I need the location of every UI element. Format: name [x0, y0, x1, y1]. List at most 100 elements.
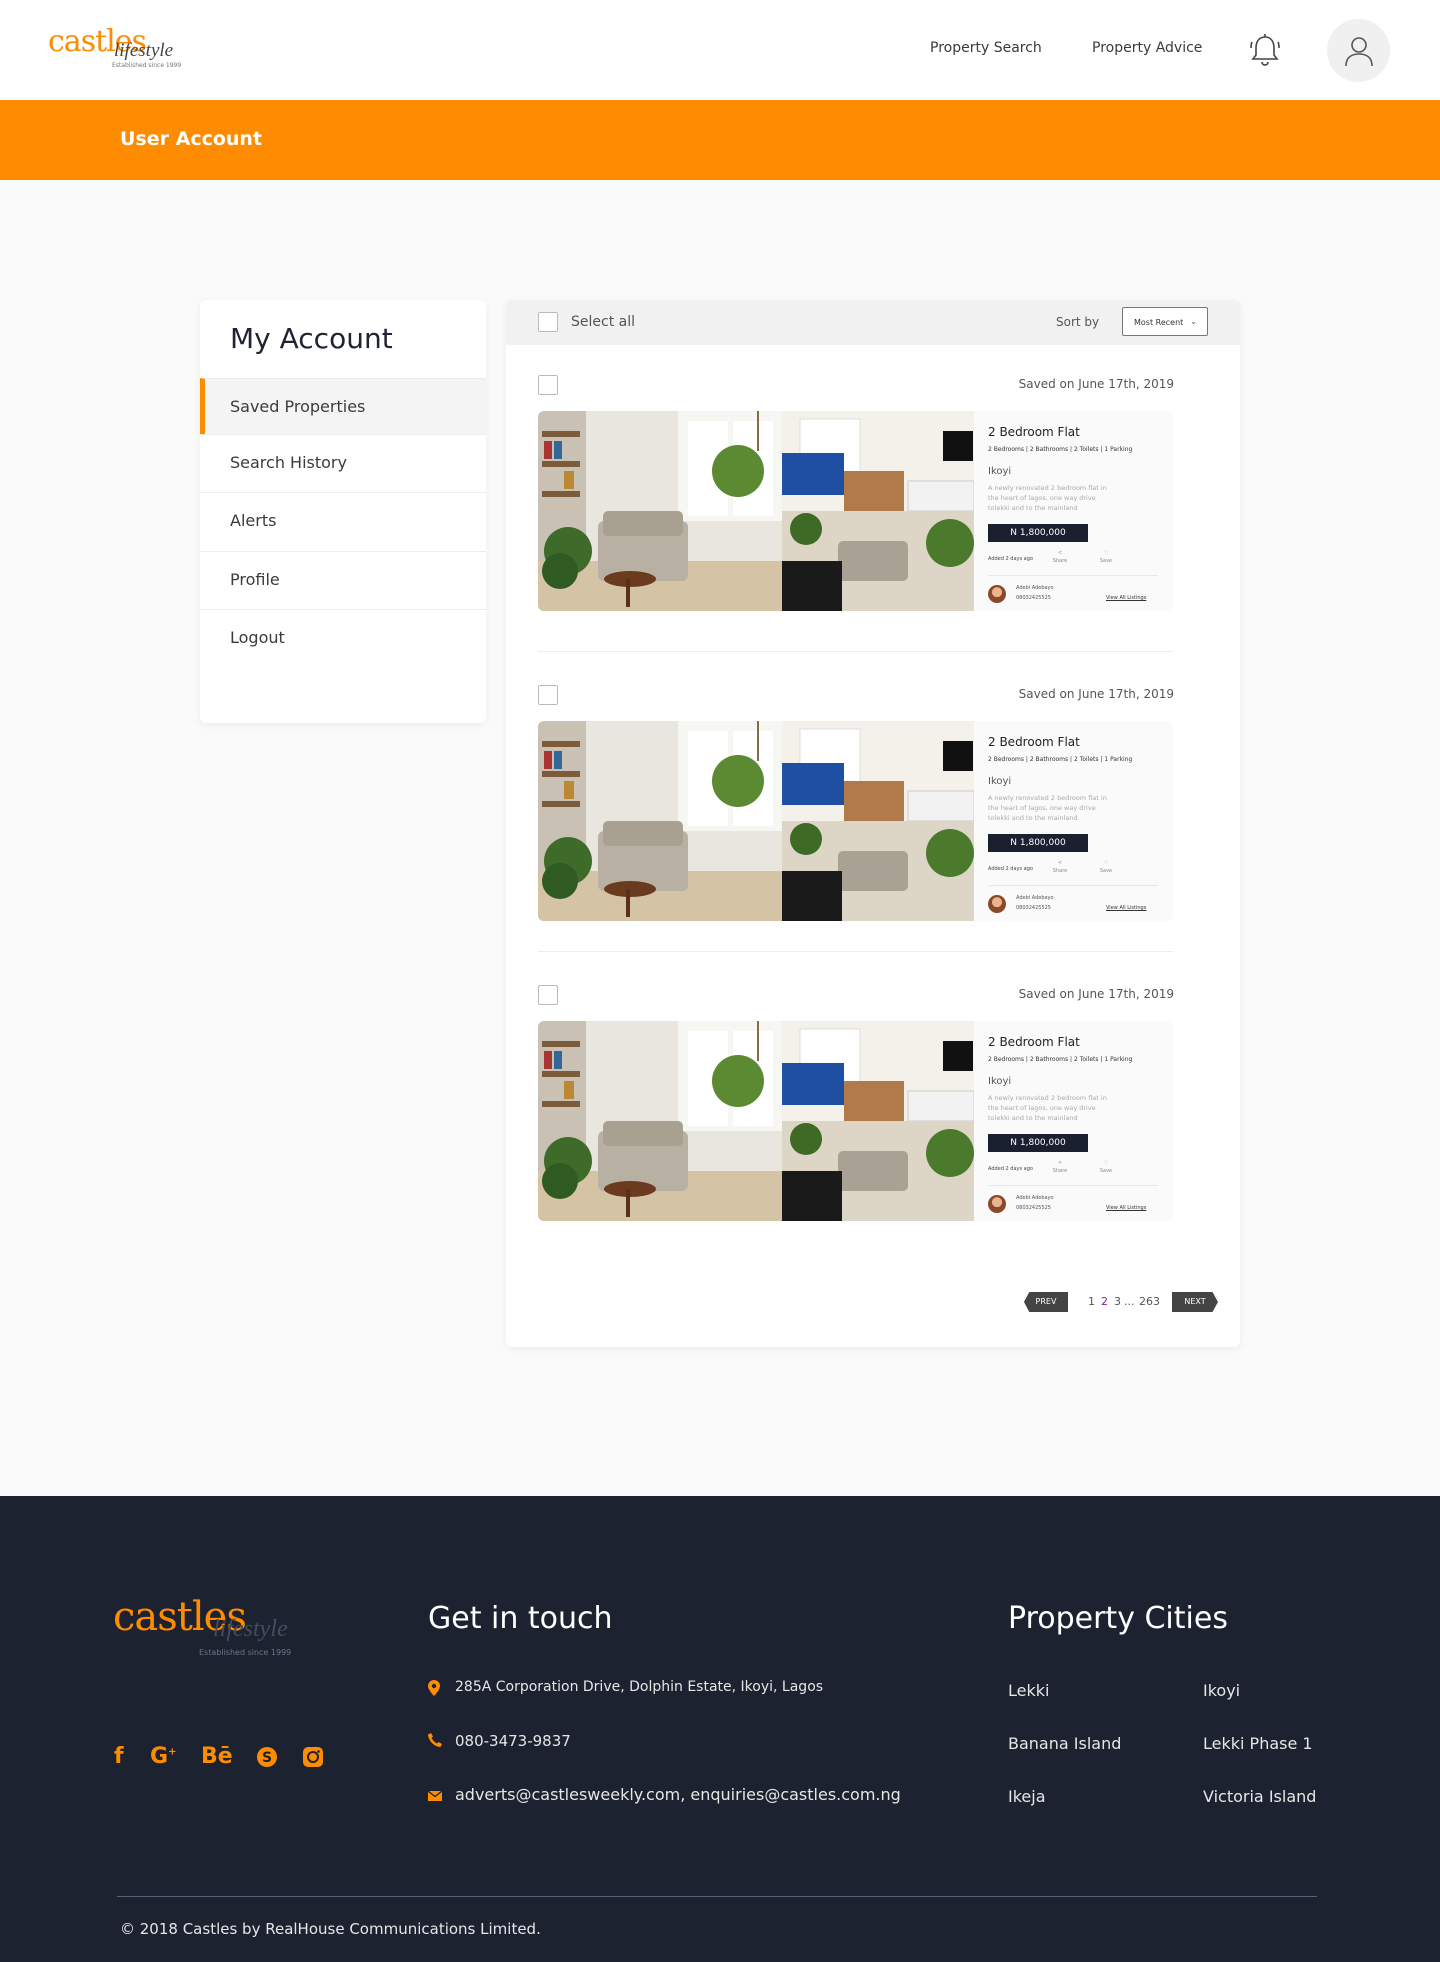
share-button[interactable]: < Share [1052, 859, 1068, 875]
agent-phone: 08032425525 [1016, 1205, 1051, 1211]
phone-icon [428, 1733, 442, 1749]
property-location: Ikoyi [988, 1076, 1012, 1087]
sidebar-item-saved-properties[interactable]: Saved Properties [200, 378, 486, 434]
property-card[interactable]: 2 Bedroom Flat 2 Bedrooms | 2 Bathrooms … [538, 1021, 1173, 1221]
share-button[interactable]: < Share [1052, 549, 1068, 565]
property-photo [538, 721, 974, 921]
phone-text[interactable]: 080-3473-9837 [455, 1732, 571, 1750]
share-label: Share [1052, 1168, 1068, 1174]
card-divider [988, 1185, 1158, 1186]
save-button[interactable]: ♡ Save [1098, 1159, 1114, 1175]
email-text[interactable]: adverts@castlesweekly.com, enquiries@cas… [455, 1785, 901, 1804]
nav-property-search[interactable]: Property Search [930, 40, 1042, 56]
select-all-checkbox[interactable] [538, 312, 558, 332]
property-description: A newly renovated 2 bedroom flat in the … [988, 1094, 1107, 1122]
view-all-listings-link[interactable]: View All Listings [1106, 595, 1146, 601]
city-link-banana-island[interactable]: Banana Island [1008, 1734, 1121, 1753]
property-card[interactable]: 2 Bedroom Flat 2 Bedrooms | 2 Bathrooms … [538, 411, 1173, 611]
property-title[interactable]: 2 Bedroom Flat [988, 735, 1080, 749]
facebook-icon[interactable]: f [114, 1744, 124, 1769]
instagram-icon[interactable] [302, 1746, 324, 1774]
page-number-current[interactable]: 2 [1101, 1295, 1108, 1308]
nav-property-advice[interactable]: Property Advice [1092, 40, 1202, 56]
footer-logo[interactable]: castles lifestyle Established since 1999 [113, 1594, 303, 1664]
view-all-listings-link[interactable]: View All Listings [1106, 905, 1146, 911]
account-sidebar: My Account Saved Properties Search Histo… [200, 300, 486, 723]
listing-checkbox[interactable] [538, 685, 558, 705]
page-number[interactable]: 1 [1088, 1295, 1095, 1308]
card-divider [988, 885, 1158, 886]
city-link-lekki-phase-1[interactable]: Lekki Phase 1 [1203, 1734, 1313, 1753]
notification-bell-icon[interactable] [1248, 32, 1282, 68]
sidebar-item-profile[interactable]: Profile [200, 551, 486, 607]
added-date: Added 2 days ago [988, 1166, 1033, 1172]
agent-avatar [988, 1195, 1006, 1213]
user-avatar-button[interactable] [1327, 19, 1390, 82]
saved-properties-panel: Select all Sort by Most Recent ⌄ Saved o… [506, 300, 1240, 1347]
property-details: 2 Bedroom Flat 2 Bedrooms | 2 Bathrooms … [974, 411, 1173, 611]
saved-date: Saved on June 17th, 2019 [1018, 687, 1174, 701]
sidebar-item-label: Profile [230, 570, 280, 589]
share-button[interactable]: < Share [1052, 1159, 1068, 1175]
agent-name: Adebi Adebayo [1016, 895, 1054, 901]
property-photo-frame[interactable] [538, 1021, 974, 1221]
property-title[interactable]: 2 Bedroom Flat [988, 425, 1080, 439]
sidebar-item-logout[interactable]: Logout [200, 609, 486, 665]
city-link-ikeja[interactable]: Ikeja [1008, 1787, 1046, 1806]
sort-value: Most Recent [1134, 318, 1184, 327]
share-icon: < [1057, 550, 1063, 556]
listing-checkbox[interactable] [538, 375, 558, 395]
agent-avatar [988, 585, 1006, 603]
view-all-listings-link[interactable]: View All Listings [1106, 1205, 1146, 1211]
sidebar-item-alerts[interactable]: Alerts [200, 492, 486, 548]
heart-icon: ♡ [1103, 860, 1109, 866]
property-photo [538, 1021, 974, 1221]
page-number-last[interactable]: 263 [1139, 1295, 1160, 1308]
property-photo-frame[interactable] [538, 411, 974, 611]
city-link-ikoyi[interactable]: Ikoyi [1203, 1681, 1240, 1700]
user-icon [1344, 36, 1373, 66]
city-link-victoria-island[interactable]: Victoria Island [1203, 1787, 1316, 1806]
agent-phone: 08032425525 [1016, 595, 1051, 601]
property-location: Ikoyi [988, 466, 1012, 477]
location-pin-icon [428, 1680, 442, 1696]
listing-divider [538, 651, 1173, 652]
property-specs: 2 Bedrooms | 2 Bathrooms | 2 Toilets | 1… [988, 446, 1133, 453]
castles-logo[interactable]: castles lifestyle Established since 1999 [48, 24, 188, 76]
property-details: 2 Bedroom Flat 2 Bedrooms | 2 Bathrooms … [974, 721, 1173, 921]
copyright-text: © 2018 Castles by RealHouse Communicatio… [120, 1920, 541, 1938]
page-title: User Account [120, 128, 263, 150]
property-description: A newly renovated 2 bedroom flat in the … [988, 794, 1107, 822]
google-plus-icon[interactable]: G+ [150, 1744, 176, 1769]
page-number[interactable]: 3 [1114, 1295, 1121, 1308]
saved-date: Saved on June 17th, 2019 [1018, 987, 1174, 1001]
behance-icon[interactable]: Bē [201, 1744, 233, 1769]
property-title[interactable]: 2 Bedroom Flat [988, 1035, 1080, 1049]
sidebar-item-search-history[interactable]: Search History [200, 434, 486, 490]
address-text: 285A Corporation Drive, Dolphin Estate, … [455, 1679, 824, 1695]
listing-checkbox[interactable] [538, 985, 558, 1005]
property-photo-frame[interactable] [538, 721, 974, 921]
property-specs: 2 Bedrooms | 2 Bathrooms | 2 Toilets | 1… [988, 1056, 1133, 1063]
share-icon: < [1057, 1160, 1063, 1166]
top-nav-bar: castles lifestyle Established since 1999… [0, 0, 1440, 100]
agent-avatar [988, 895, 1006, 913]
price-badge: N 1,800,000 [988, 1134, 1088, 1152]
property-card[interactable]: 2 Bedroom Flat 2 Bedrooms | 2 Bathrooms … [538, 721, 1173, 921]
city-link-lekki[interactable]: Lekki [1008, 1681, 1049, 1700]
skype-icon[interactable]: S [256, 1746, 278, 1774]
next-page-button[interactable]: NEXT [1172, 1292, 1218, 1312]
property-photo [538, 411, 974, 611]
prev-page-button[interactable]: PREV [1024, 1292, 1068, 1312]
select-all-label: Select all [571, 314, 635, 330]
save-button[interactable]: ♡ Save [1098, 549, 1114, 565]
price-badge: N 1,800,000 [988, 834, 1088, 852]
footer-divider [117, 1896, 1317, 1897]
save-button[interactable]: ♡ Save [1098, 859, 1114, 875]
share-label: Share [1052, 558, 1068, 564]
sort-dropdown[interactable]: Most Recent ⌄ [1122, 307, 1208, 336]
sidebar-title: My Account [230, 322, 393, 355]
listing-divider [538, 951, 1173, 952]
property-location: Ikoyi [988, 776, 1012, 787]
cities-heading: Property Cities [1008, 1601, 1228, 1636]
